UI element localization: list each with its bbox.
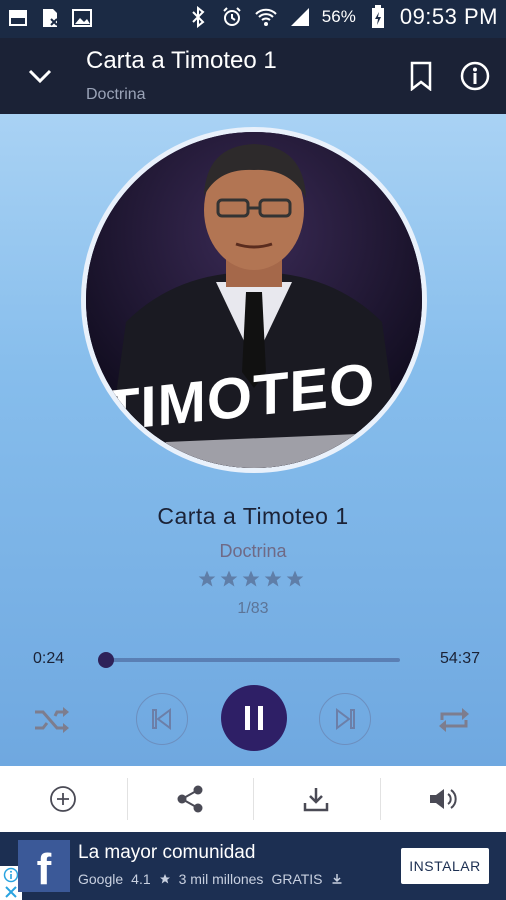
notification-icon [6,6,30,30]
star-icon[interactable] [197,569,217,589]
ad-banner[interactable]: f La mayor comunidad Google 4.1 3 mil mi… [0,832,506,900]
download-icon [304,788,329,812]
track-position: 1/83 [237,600,269,617]
repeat-button[interactable] [434,700,474,740]
shuffle-icon [35,707,69,733]
star-icon[interactable] [285,569,305,589]
doc-icon [38,6,62,30]
shuffle-button[interactable] [32,700,72,740]
player-panel: TIMOTEO Carta a Timoteo 1 Doctrina 1/83 … [0,114,506,766]
page-title: Carta a Timoteo 1 [86,47,277,74]
collapse-button[interactable] [24,60,56,92]
share-button[interactable] [126,766,254,832]
repeat-icon [439,708,469,732]
facebook-logo: f [18,840,70,894]
pause-icon [245,706,263,730]
battery-icon [366,5,390,29]
star-icon[interactable] [241,569,261,589]
ad-headline: La mayor comunidad [78,842,256,863]
seek-bar[interactable] [98,652,400,668]
install-button[interactable]: INSTALAR [401,848,489,884]
action-bar [0,766,506,832]
star-icon[interactable] [219,569,239,589]
alarm-icon [220,5,244,29]
volume-button[interactable] [379,766,506,832]
add-to-list-button[interactable] [0,766,127,832]
star-icon [159,874,170,884]
download-button[interactable] [253,766,380,832]
chevron-down-icon [28,69,52,84]
track-category: Doctrina [219,541,287,561]
ad-store: Google [78,871,124,887]
share-icon [177,785,203,813]
current-time: 0:24 [33,650,65,667]
bluetooth-icon [186,5,210,29]
track-title: Carta a Timoteo 1 [157,503,349,529]
rating-stars[interactable] [197,569,305,589]
ad-rating: 4.1 [131,871,151,887]
signal-icon [288,5,312,29]
ad-installs: 3 mil millones [178,871,264,887]
info-button[interactable] [458,59,492,93]
star-icon[interactable] [263,569,283,589]
bookmark-button[interactable] [405,60,437,92]
next-icon [336,708,355,730]
status-bar: 56% 09:53 PM [0,0,506,38]
battery-percent: 56% [321,7,356,26]
clock: 09:53 PM [399,4,498,29]
ad-price: GRATIS [271,871,323,887]
cover-art: TIMOTEO [81,127,427,473]
image-icon [70,6,94,30]
volume-icon [429,789,457,809]
wifi-icon [254,5,278,29]
next-button[interactable] [319,693,371,745]
previous-icon [152,708,171,730]
bookmark-icon [410,61,432,91]
ad-details: Google 4.1 3 mil millones GRATIS [78,871,343,887]
seek-bar-knob[interactable] [98,652,115,668]
page-subtitle: Doctrina [86,86,146,103]
ad-info-icon [3,867,19,883]
pause-button[interactable] [221,685,287,751]
previous-button[interactable] [136,693,188,745]
total-time: 54:37 [439,650,480,667]
ad-close-icon [5,886,17,898]
download-icon [332,874,342,884]
info-icon [460,61,490,91]
add-icon [50,786,77,812]
app-bar: Carta a Timoteo 1 Doctrina [0,38,506,114]
